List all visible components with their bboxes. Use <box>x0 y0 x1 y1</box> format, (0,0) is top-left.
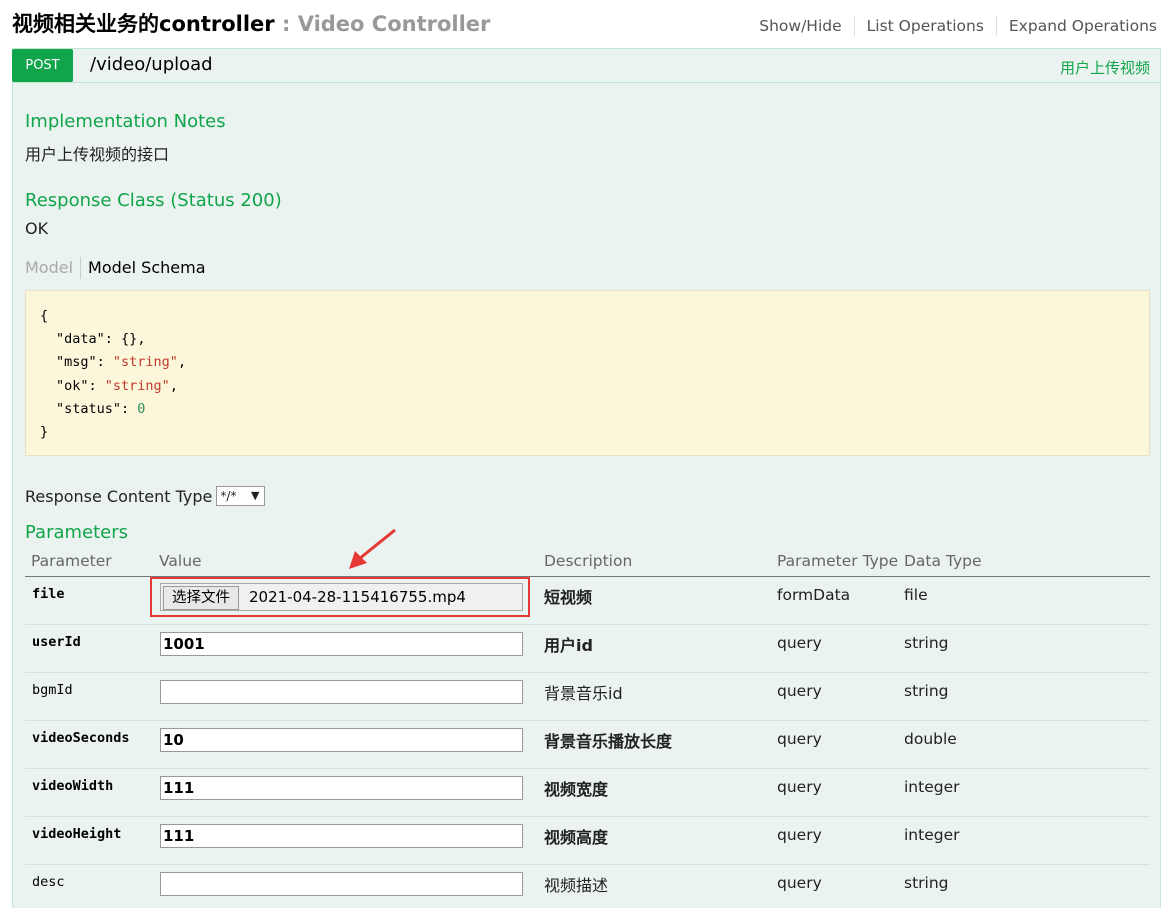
table-row: desc 视频描述 query string <box>25 865 1150 908</box>
response-class-text: OK <box>25 219 49 238</box>
header-links: Show/Hide List Operations Expand Operati… <box>747 16 1157 36</box>
model-tab[interactable]: Model <box>25 257 82 279</box>
param-description: 背景音乐播放长度 <box>544 732 673 751</box>
list-operations-link[interactable]: List Operations <box>855 16 997 36</box>
model-tabs: Model Model Schema <box>25 257 206 279</box>
col-parameter: Parameter <box>31 552 112 570</box>
http-method-badge[interactable]: POST <box>12 49 73 82</box>
schema-value: 0 <box>137 400 146 417</box>
param-description: 视频宽度 <box>544 780 609 799</box>
param-data-type: string <box>904 874 949 892</box>
param-type: query <box>777 826 822 844</box>
schema-key: "status" <box>56 400 122 417</box>
schema-close-brace: } <box>40 424 49 441</box>
videoheight-input[interactable]: 111 <box>160 824 523 848</box>
param-type: query <box>777 874 822 892</box>
col-description: Description <box>544 552 633 570</box>
param-description: 短视频 <box>544 588 593 607</box>
param-type: query <box>777 778 822 796</box>
param-data-type: string <box>904 634 949 652</box>
schema-value: {} <box>121 331 138 348</box>
table-row: userId 1001 用户id query string <box>25 625 1150 673</box>
operation-summary[interactable]: 用户上传视频 <box>1060 57 1150 78</box>
expand-operations-link[interactable]: Expand Operations <box>997 16 1157 36</box>
controller-header: 视频相关业务的controller : Video Controller Sho… <box>12 8 1157 40</box>
schema-line-status: "status": 0 <box>56 400 146 417</box>
response-content-type-label: Response Content Type <box>25 486 213 506</box>
table-row: videoWidth 111 视频宽度 query integer <box>25 769 1150 817</box>
parameters-heading: Parameters <box>25 522 129 543</box>
table-row: videoSeconds 10 背景音乐播放长度 query double <box>25 721 1150 769</box>
schema-line-msg: "msg": "string", <box>56 354 187 371</box>
desc-input[interactable] <box>160 872 523 896</box>
param-description: 背景音乐id <box>544 684 623 703</box>
param-data-type: file <box>904 586 928 604</box>
param-name: videoWidth <box>32 778 114 794</box>
col-parameter-type: Parameter Type <box>777 552 899 570</box>
userid-input[interactable]: 1001 <box>160 632 523 656</box>
col-value: Value <box>159 552 202 570</box>
schema-key: "msg" <box>56 354 97 371</box>
param-type: query <box>777 634 822 652</box>
operation-heading[interactable]: POST /video/upload 用户上传视频 <box>12 49 1160 83</box>
param-description: 用户id <box>544 636 593 655</box>
bgmid-input[interactable] <box>160 680 523 704</box>
select-value: */* <box>220 489 237 503</box>
annotation-highlight-box <box>150 577 530 617</box>
schema-value: "string" <box>104 377 170 394</box>
videowidth-input[interactable]: 111 <box>160 776 523 800</box>
model-schema-box: { "data": {}, "msg": "string", "ok": "st… <box>25 290 1150 456</box>
controller-title[interactable]: 视频相关业务的controller : Video Controller <box>12 8 490 38</box>
controller-title-separator: : <box>274 12 298 36</box>
parameters-table-header: Parameter Value Description Parameter Ty… <box>25 549 1150 577</box>
controller-title-cn: 视频相关业务的controller <box>12 12 275 36</box>
table-row: bgmId 背景音乐id query string <box>25 673 1150 721</box>
show-hide-link[interactable]: Show/Hide <box>747 16 855 36</box>
param-type: formData <box>777 586 851 604</box>
operation-path[interactable]: /video/upload <box>90 54 213 75</box>
param-name: file <box>32 586 65 602</box>
model-schema-tab[interactable]: Model Schema <box>81 257 205 279</box>
schema-value: "string" <box>112 354 178 371</box>
param-data-type: integer <box>904 826 960 844</box>
implementation-notes-heading: Implementation Notes <box>25 111 226 132</box>
col-data-type: Data Type <box>904 552 982 570</box>
annotation-arrow-icon <box>349 528 396 569</box>
param-data-type: integer <box>904 778 960 796</box>
param-type: query <box>777 682 822 700</box>
response-content-type: Response Content Type */* ▼ <box>25 486 266 506</box>
table-row: videoHeight 111 视频高度 query integer <box>25 817 1150 865</box>
schema-open-brace: { <box>40 308 49 324</box>
response-class-heading: Response Class (Status 200) <box>25 190 282 211</box>
param-name: bgmId <box>32 682 73 698</box>
dropdown-arrow-icon: ▼ <box>250 489 260 502</box>
param-name: userId <box>32 634 81 650</box>
response-content-type-select[interactable]: */* ▼ <box>216 486 266 506</box>
param-data-type: string <box>904 682 949 700</box>
param-type: query <box>777 730 822 748</box>
implementation-notes-text: 用户上传视频的接口 <box>25 145 170 164</box>
schema-key: "data" <box>56 331 105 348</box>
schema-key: "ok" <box>56 377 89 394</box>
param-description: 视频高度 <box>544 828 609 847</box>
videoseconds-input[interactable]: 10 <box>160 728 523 752</box>
controller-title-en: Video Controller <box>297 12 491 36</box>
table-row: file 选择文件 2021-04-28-115416755.mp4 短视频 f… <box>25 577 1150 625</box>
param-description: 视频描述 <box>544 876 609 895</box>
param-data-type: double <box>904 730 957 748</box>
param-name: videoHeight <box>32 826 122 842</box>
schema-line-data: "data": {}, <box>56 331 146 348</box>
param-name: desc <box>32 874 65 890</box>
schema-line-ok: "ok": "string", <box>56 377 178 394</box>
operation-panel: POST /video/upload 用户上传视频 Implementation… <box>12 48 1161 908</box>
param-name: videoSeconds <box>32 730 130 746</box>
